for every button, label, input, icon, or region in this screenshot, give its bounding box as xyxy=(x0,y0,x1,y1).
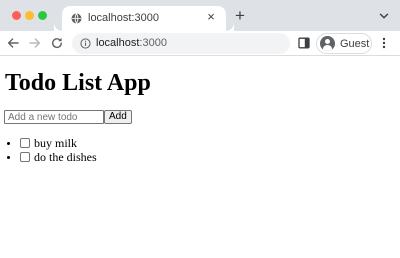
globe-icon xyxy=(71,13,82,24)
forward-arrow-icon[interactable] xyxy=(28,36,42,50)
tab-title: localhost:3000 xyxy=(88,12,159,24)
todo-text: do the dishes xyxy=(34,150,97,164)
todo-checkbox[interactable] xyxy=(20,152,30,162)
new-tab-button[interactable]: + xyxy=(232,7,248,24)
address-text: localhost:3000 xyxy=(96,37,167,49)
address-port: :3000 xyxy=(139,37,167,49)
page-viewport: Todo List App Add buy milk do the dishes xyxy=(0,56,400,258)
page-title: Todo List App xyxy=(5,70,151,96)
avatar-icon xyxy=(320,36,335,51)
window-minimize-button[interactable] xyxy=(25,11,34,20)
back-arrow-icon[interactable] xyxy=(6,36,20,50)
profile-button[interactable]: Guest xyxy=(316,33,372,54)
todo-item: do the dishes xyxy=(20,150,97,164)
side-panel-icon[interactable] xyxy=(298,37,310,49)
todo-input[interactable] xyxy=(4,110,104,124)
address-host: localhost xyxy=(96,37,140,49)
address-bar[interactable]: localhost:3000 xyxy=(72,33,290,54)
browser-tab[interactable]: localhost:3000 × xyxy=(62,6,234,31)
tab-close-icon[interactable]: × xyxy=(204,10,218,24)
todo-list: buy milk do the dishes xyxy=(20,136,97,164)
reload-icon[interactable] xyxy=(50,36,64,50)
window-close-button[interactable] xyxy=(12,11,21,20)
add-button[interactable]: Add xyxy=(104,110,132,124)
site-info-icon[interactable] xyxy=(80,38,91,49)
window-zoom-button[interactable] xyxy=(38,11,47,20)
chevron-down-icon[interactable] xyxy=(378,10,390,22)
profile-name: Guest xyxy=(340,38,370,50)
todo-item: buy milk xyxy=(20,136,97,150)
todo-form: Add xyxy=(4,110,132,124)
browser-toolbar: localhost:3000 Guest xyxy=(0,31,400,56)
more-menu-icon[interactable] xyxy=(380,37,388,49)
todo-checkbox[interactable] xyxy=(20,138,30,148)
todo-text: buy milk xyxy=(34,136,78,150)
tab-strip: localhost:3000 × + xyxy=(0,0,400,31)
